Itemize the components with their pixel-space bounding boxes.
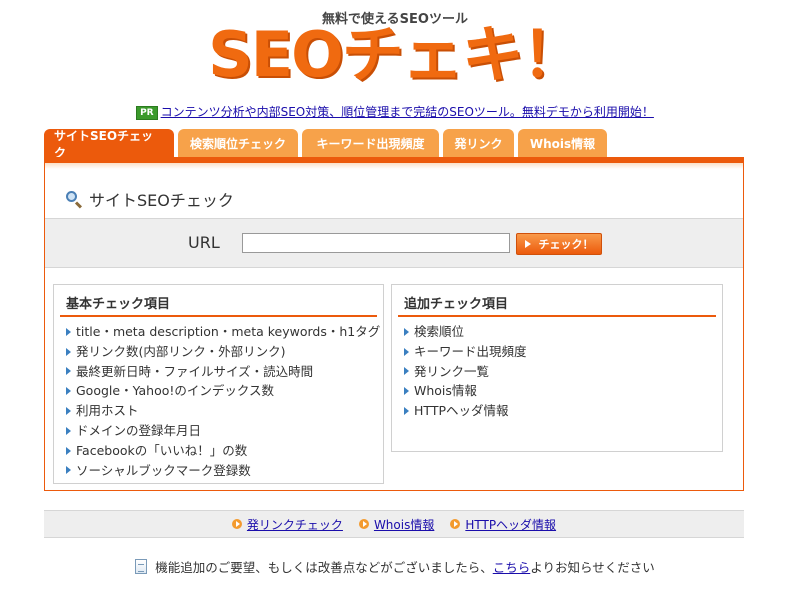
list-item-text: Google・Yahoo!のインデックス数 [76, 383, 275, 399]
arrow-circle-icon [231, 519, 242, 529]
pr-badge: PR [136, 106, 158, 120]
footer-link-item: HTTPヘッダ情報 [450, 516, 556, 533]
list-item: Google・Yahoo!のインデックス数 [66, 381, 383, 401]
magnifier-icon [65, 190, 83, 209]
bullet-arrow-icon [66, 407, 71, 416]
list-item: 発リンク一覧 [404, 362, 722, 382]
list-item-text: 利用ホスト [76, 403, 139, 419]
list-item-text: Facebookの「いいね！」の数 [76, 442, 248, 458]
footer-link-item: 発リンクチェック [231, 516, 343, 533]
list-item: HTTPヘッダ情報 [404, 401, 722, 421]
list-item-text: 検索順位 [414, 324, 465, 339]
bullet-arrow-icon [66, 347, 71, 356]
list-item-text: 最終更新日時・ファイルサイズ・読込時間 [76, 363, 314, 379]
panel-title-text: サイトSEOチェック [89, 191, 234, 210]
play-arrow-icon [524, 240, 531, 248]
list-item: ソーシャルブックマーク登録数 [66, 461, 383, 481]
tab-outbound-links[interactable]: 発リンク [443, 129, 514, 158]
check-button[interactable]: チェック！ [516, 233, 602, 255]
footer-link-item: Whois情報 [358, 516, 434, 533]
url-form: URL チェック！ [45, 218, 743, 268]
site-logo[interactable]: SEOチェキ！ [0, 22, 790, 88]
list-item: 発リンク数(内部リンク・外部リンク) [66, 342, 383, 362]
list-item: キーワード出現頻度 [404, 342, 722, 362]
notice-text-before: 機能追加のご要望、もしくは改善点などがございましたら、 [155, 560, 493, 575]
list-item: ドメインの登録年月日 [66, 421, 383, 441]
contact-link[interactable]: こちら [493, 557, 531, 576]
list-item-text: Whois情報 [414, 383, 477, 399]
basic-check-list: title・meta description・meta keywords・h1タ… [66, 322, 383, 480]
bullet-arrow-icon [404, 387, 409, 396]
tab-whois[interactable]: Whois情報 [518, 129, 607, 158]
feedback-notice: 機能追加のご要望、もしくは改善点などがございましたら、 こちら よりお知らせください [0, 557, 790, 576]
bullet-arrow-icon [404, 367, 409, 376]
main-panel: サイトSEOチェック URL チェック！ 基本チェック項目 title・meta… [44, 157, 744, 491]
basic-check-title: 基本チェック項目 [60, 293, 377, 317]
list-item-text: キーワード出現頻度 [414, 343, 527, 359]
list-item: 利用ホスト [66, 401, 383, 421]
check-button-label: チェック！ [538, 238, 594, 251]
extra-check-box: 追加チェック項目 検索順位 キーワード出現頻度 発リンク一覧 Whois情報 H… [391, 284, 723, 452]
list-item-text: ソーシャルブックマーク登録数 [76, 462, 251, 478]
tab-keyword-frequency[interactable]: キーワード出現頻度 [302, 129, 439, 158]
list-item: 最終更新日時・ファイルサイズ・読込時間 [66, 362, 383, 382]
list-item-text: 発リンク一覧 [414, 363, 490, 379]
basic-check-box: 基本チェック項目 title・meta description・meta key… [53, 284, 384, 484]
list-item: Whois情報 [404, 381, 722, 401]
arrow-circle-icon [358, 519, 369, 529]
footer-link-whois[interactable]: Whois情報 [374, 516, 434, 533]
bullet-arrow-icon [66, 466, 71, 475]
panel-title: サイトSEOチェック [65, 187, 234, 211]
bullet-arrow-icon [404, 347, 409, 356]
footer-link-http-header[interactable]: HTTPヘッダ情報 [465, 516, 556, 533]
bullet-arrow-icon [66, 387, 71, 396]
logo-text: SEOチェキ！ [208, 18, 584, 91]
bullet-arrow-icon [404, 327, 409, 336]
list-item-text: ドメインの登録年月日 [76, 422, 202, 438]
list-item: 検索順位 [404, 322, 722, 342]
document-icon [135, 559, 148, 574]
bullet-arrow-icon [66, 426, 71, 435]
arrow-circle-icon [450, 519, 461, 529]
footer-link-outbound[interactable]: 発リンクチェック [247, 516, 343, 533]
tab-search-rank-check[interactable]: 検索順位チェック [178, 129, 298, 158]
list-item-text: HTTPヘッダ情報 [414, 403, 509, 419]
bullet-arrow-icon [66, 367, 71, 376]
bullet-arrow-icon [404, 407, 409, 416]
tab-bar: サイトSEOチェック 検索順位チェック キーワード出現頻度 発リンク Whois… [44, 129, 611, 160]
tab-site-seo-check[interactable]: サイトSEOチェック [44, 129, 174, 160]
notice-text-after: よりお知らせください [530, 560, 655, 575]
pr-banner: PR コンテンツ分析や内部SEO対策、順位管理まで完結のSEOツール。無料デモから… [0, 103, 790, 120]
list-item-text: 発リンク数(内部リンク・外部リンク) [76, 343, 286, 359]
url-label: URL [188, 233, 220, 252]
pr-link[interactable]: コンテンツ分析や内部SEO対策、順位管理まで完結のSEOツール。無料デモから利用… [161, 105, 654, 119]
footer-links: 発リンクチェック Whois情報 HTTPヘッダ情報 [44, 510, 744, 538]
list-item: Facebookの「いいね！」の数 [66, 441, 383, 461]
extra-check-title: 追加チェック項目 [398, 293, 716, 317]
bullet-arrow-icon [66, 327, 71, 336]
url-input[interactable] [242, 233, 510, 253]
list-item: title・meta description・meta keywords・h1タ… [66, 322, 383, 342]
bullet-arrow-icon [66, 446, 71, 455]
extra-check-list: 検索順位 キーワード出現頻度 発リンク一覧 Whois情報 HTTPヘッダ情報 [404, 322, 722, 421]
list-item-text: title・meta description・meta keywords・h1タ… [76, 324, 381, 339]
